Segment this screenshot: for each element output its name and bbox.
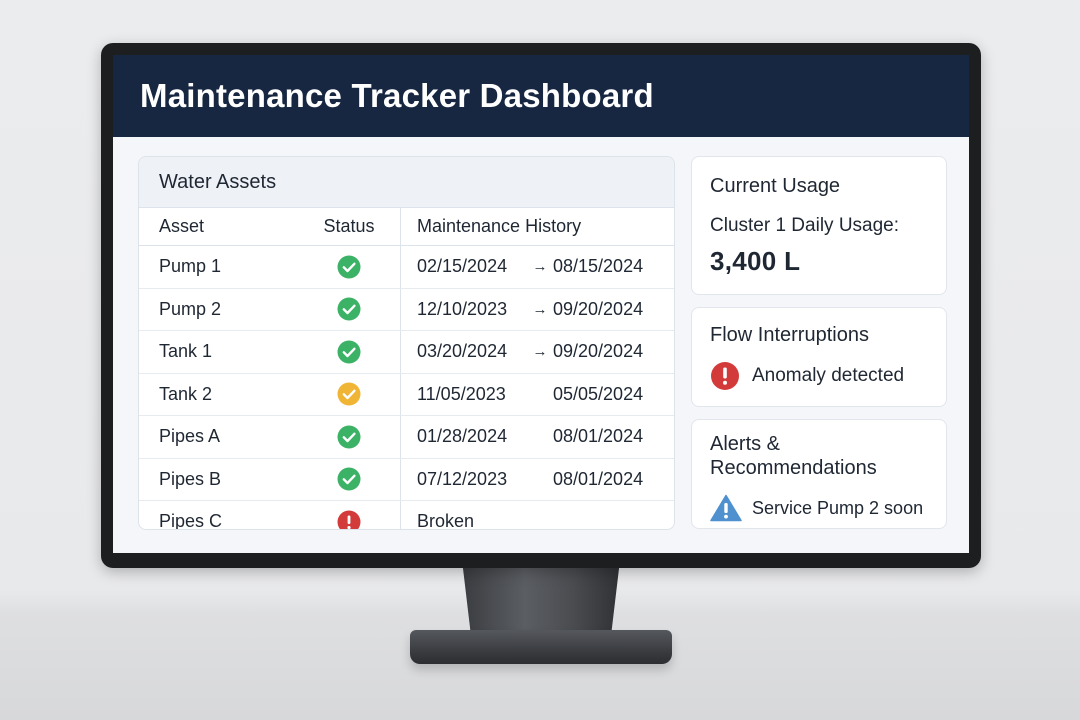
table-row[interactable]: Pipes A 01/28/2024 08/01/2024: [139, 415, 674, 459]
maintenance-history: 11/05/2023 05/05/2024: [400, 373, 674, 416]
asset-status: [298, 415, 401, 459]
asset-name: Tank 2: [139, 373, 298, 416]
history-arrow: →: [532, 300, 548, 318]
column-header-maintenance-history[interactable]: Maintenance History: [400, 208, 674, 246]
error-circle-icon: [711, 362, 739, 390]
flow-interruptions-card: Flow Interruptions Anomaly detected: [691, 307, 947, 407]
history-start-date: 03/20/2024: [417, 341, 508, 362]
history-start-date: 01/28/2024: [417, 426, 508, 447]
check-circle-icon: [337, 255, 361, 279]
history-start-date: 07/12/2023: [417, 468, 508, 489]
warning-check-circle-icon: [337, 382, 361, 406]
asset-name: Pump 1: [139, 245, 298, 289]
usage-value: 3,400 L: [710, 246, 801, 276]
warning-triangle-icon: [710, 494, 742, 522]
history-end-date: 05/05/2024: [553, 383, 644, 404]
history-end-date: 08/15/2024: [553, 256, 644, 277]
check-circle-icon: [337, 340, 361, 364]
history-start-date: Broken: [417, 511, 475, 530]
asset-status: [298, 458, 401, 501]
table-row[interactable]: Pump 2 12/10/2023 → 09/20/2024: [139, 288, 674, 331]
alerts-recommendations-title: Alerts & Recommendations: [710, 433, 877, 479]
table-row[interactable]: Pipes C Broken: [139, 500, 674, 530]
history-start-date: 02/15/2024: [417, 256, 508, 277]
monitor-stand-neck: [462, 560, 620, 640]
table-row[interactable]: Pump 1 02/15/2024 → 08/15/2024: [139, 245, 674, 289]
maintenance-history: 01/28/2024 08/01/2024: [400, 415, 674, 459]
dashboard-header: Maintenance Tracker Dashboard: [113, 55, 969, 137]
check-circle-icon: [337, 297, 361, 321]
asset-name: Pump 2: [139, 288, 298, 331]
dashboard-screen: Maintenance Tracker Dashboard Water Asse…: [113, 55, 969, 553]
asset-name: Pipes B: [139, 458, 298, 501]
assets-table: Asset Status Maintenance History Pump 1 0…: [139, 208, 674, 530]
anomaly-message: Anomaly detected: [752, 365, 905, 386]
check-circle-icon: [337, 425, 361, 449]
history-arrow: →: [532, 343, 548, 361]
maintenance-history: 02/15/2024 → 08/15/2024: [400, 245, 674, 289]
history-arrow: →: [532, 258, 548, 276]
table-row[interactable]: Tank 1 03/20/2024 → 09/20/2024: [139, 330, 674, 374]
table-row[interactable]: Tank 2 11/05/2023 05/05/2024: [139, 373, 674, 416]
history-end-date: 08/01/2024: [553, 426, 644, 447]
table-header-row: Asset Status Maintenance History: [139, 208, 674, 246]
usage-label: Cluster 1 Daily Usage:: [710, 215, 900, 236]
alerts-recommendations-card: Alerts & Recommendations Service Pump 2 …: [691, 419, 947, 529]
asset-status: [298, 330, 401, 374]
history-end-date: 09/20/2024: [553, 341, 644, 362]
monitor-bezel: Maintenance Tracker Dashboard Water Asse…: [101, 43, 981, 568]
history-end-date: 09/20/2024: [553, 298, 644, 319]
history-start-date: 11/05/2023: [417, 383, 506, 404]
maintenance-history: Broken: [400, 500, 674, 530]
check-circle-icon: [337, 467, 361, 491]
page-title: Maintenance Tracker Dashboard: [140, 77, 654, 114]
maintenance-history: 03/20/2024 → 09/20/2024: [400, 330, 674, 374]
maintenance-history: 07/12/2023 08/01/2024: [400, 458, 674, 501]
asset-status: [298, 245, 401, 289]
current-usage-title: Current Usage: [710, 175, 841, 197]
asset-name: Pipes A: [139, 415, 298, 459]
asset-status: [298, 288, 401, 331]
assets-table-body: Pump 1 02/15/2024 → 08/15/2024 Pump 2 12/10/2…: [139, 245, 674, 530]
asset-name: Tank 1: [139, 330, 298, 374]
current-usage-card: Current Usage Cluster 1 Daily Usage: 3,4…: [691, 156, 947, 295]
column-header-asset[interactable]: Asset: [139, 208, 298, 246]
maintenance-history: 12/10/2023 → 09/20/2024: [400, 288, 674, 331]
water-assets-title: Water Assets: [139, 157, 674, 208]
table-row[interactable]: Pipes B 07/12/2023 08/01/2024: [139, 458, 674, 501]
alert-item[interactable]: Service Pump 2 soon: [710, 494, 923, 522]
error-circle-icon: [337, 510, 361, 529]
flow-interruptions-title: Flow Interruptions: [710, 324, 869, 346]
history-start-date: 12/10/2023: [417, 298, 508, 319]
water-assets-card: Water Assets Asset Status Maintenance Hi…: [138, 156, 675, 530]
history-end-date: 08/01/2024: [553, 468, 644, 489]
asset-status: [298, 501, 401, 529]
monitor-stand-base: [410, 630, 672, 664]
asset-name: Pipes C: [159, 511, 223, 530]
column-header-status[interactable]: Status: [298, 208, 401, 246]
anomaly-row[interactable]: Anomaly detected: [710, 361, 904, 391]
alert-message: Service Pump 2 soon: [752, 497, 924, 518]
asset-status: [298, 373, 401, 416]
